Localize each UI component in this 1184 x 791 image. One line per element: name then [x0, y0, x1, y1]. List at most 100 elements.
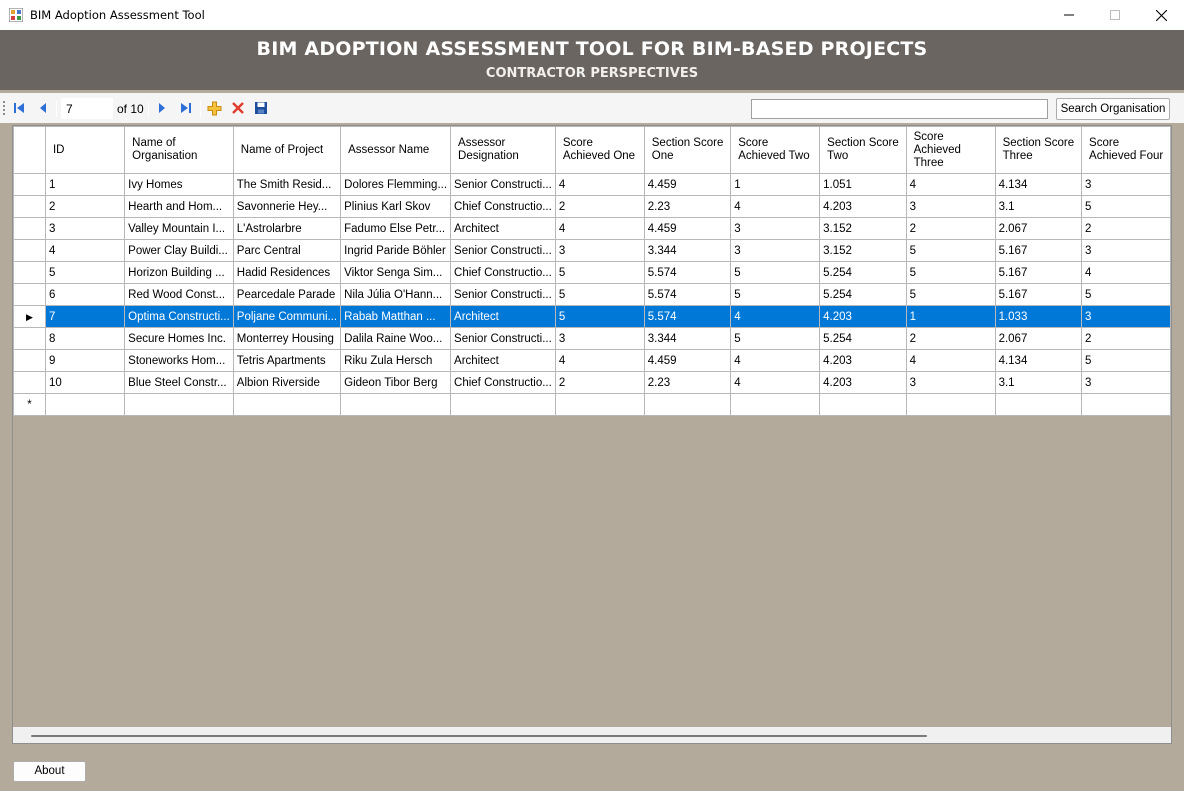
- row-header-cell[interactable]: [13, 371, 46, 394]
- column-header[interactable]: Assessor Designation: [450, 126, 556, 174]
- table-cell[interactable]: Gideon Tibor Berg: [340, 371, 452, 394]
- table-cell[interactable]: Savonnerie Hey...: [232, 195, 342, 218]
- table-cell[interactable]: 2.067: [994, 327, 1083, 350]
- table-cell[interactable]: Monterrey Housing: [232, 327, 342, 350]
- table-cell[interactable]: 2: [554, 195, 645, 218]
- table-cell[interactable]: Viktor Senga Sim...: [340, 261, 452, 284]
- table-cell[interactable]: [44, 393, 126, 416]
- row-header-cell[interactable]: [13, 261, 46, 284]
- table-cell[interactable]: 5: [730, 283, 821, 306]
- table-cell[interactable]: 5: [905, 261, 996, 284]
- table-cell[interactable]: 4: [905, 173, 996, 196]
- table-cell[interactable]: 3: [44, 217, 126, 240]
- table-cell[interactable]: 1.051: [819, 173, 907, 196]
- table-cell[interactable]: Senior Constructi...: [450, 327, 556, 350]
- table-cell[interactable]: Rabab Matthan ...: [340, 305, 452, 328]
- table-cell[interactable]: 4: [905, 349, 996, 372]
- table-cell[interactable]: Architect: [450, 305, 556, 328]
- row-header-cell[interactable]: [13, 195, 46, 218]
- table-row[interactable]: 5 Horizon Building ... Hadid Residences Vik…: [13, 261, 1171, 284]
- table-cell[interactable]: 2: [554, 371, 645, 394]
- table-row[interactable]: ▶ 7 Optima Constructi... Poljane Communi...…: [13, 305, 1171, 328]
- table-cell[interactable]: [450, 393, 556, 416]
- column-header[interactable]: ID: [44, 126, 126, 174]
- table-cell[interactable]: 3.344: [643, 327, 732, 350]
- table-cell[interactable]: L'Astrolarbre: [232, 217, 342, 240]
- column-header[interactable]: Score Achieved One: [554, 126, 645, 174]
- column-header[interactable]: Score Achieved Three: [905, 126, 996, 174]
- table-cell[interactable]: 5: [730, 261, 821, 284]
- table-cell[interactable]: 3: [905, 195, 996, 218]
- table-cell[interactable]: 5: [554, 305, 645, 328]
- new-row[interactable]: *: [13, 393, 1171, 416]
- table-cell[interactable]: Senior Constructi...: [450, 173, 556, 196]
- table-row[interactable]: 6 Red Wood Const... Pearcedale Parade Nila …: [13, 283, 1171, 306]
- table-cell[interactable]: 3: [905, 371, 996, 394]
- position-input[interactable]: [61, 98, 113, 119]
- row-header-cell[interactable]: [13, 217, 46, 240]
- column-header[interactable]: Score Achieved Four: [1081, 126, 1171, 174]
- table-cell[interactable]: Chief Constructio...: [450, 261, 556, 284]
- table-cell[interactable]: 3.344: [643, 239, 732, 262]
- search-organisation-button[interactable]: Search Organisation: [1056, 98, 1170, 120]
- table-cell[interactable]: Horizon Building ...: [124, 261, 234, 284]
- row-header-cell[interactable]: [13, 349, 46, 372]
- table-cell[interactable]: 7: [44, 305, 126, 328]
- row-header-cell[interactable]: [13, 173, 46, 196]
- table-cell[interactable]: 1.033: [994, 305, 1083, 328]
- table-cell[interactable]: The Smith Resid...: [232, 173, 342, 196]
- table-cell[interactable]: 6: [44, 283, 126, 306]
- table-cell[interactable]: Albion Riverside: [232, 371, 342, 394]
- table-row[interactable]: 9 Stoneworks Hom... Tetris Apartments Riku …: [13, 349, 1171, 372]
- table-cell[interactable]: 5: [905, 239, 996, 262]
- row-header-cell[interactable]: [13, 283, 46, 306]
- table-cell[interactable]: 2.067: [994, 217, 1083, 240]
- table-cell[interactable]: Architect: [450, 217, 556, 240]
- close-button[interactable]: [1138, 0, 1184, 30]
- table-cell[interactable]: [554, 393, 645, 416]
- table-cell[interactable]: Nila Júlia O'Hann...: [340, 283, 452, 306]
- table-row[interactable]: 1 Ivy Homes The Smith Resid... Dolores Flem…: [13, 173, 1171, 196]
- table-cell[interactable]: Chief Constructio...: [450, 195, 556, 218]
- table-cell[interactable]: Optima Constructi...: [124, 305, 234, 328]
- add-new-button[interactable]: [206, 100, 222, 116]
- table-cell[interactable]: Valley Mountain I...: [124, 217, 234, 240]
- table-cell[interactable]: 5.167: [994, 239, 1083, 262]
- table-cell[interactable]: Plinius Karl Skov: [340, 195, 452, 218]
- search-input[interactable]: [751, 99, 1048, 119]
- delete-button[interactable]: [230, 100, 246, 116]
- table-row[interactable]: 3 Valley Mountain I... L'Astrolarbre Fadumo…: [13, 217, 1171, 240]
- row-header-cell[interactable]: [13, 239, 46, 262]
- table-cell[interactable]: Senior Constructi...: [450, 283, 556, 306]
- table-cell[interactable]: Ingrid Paride Böhler: [340, 239, 452, 262]
- table-cell[interactable]: [994, 393, 1083, 416]
- table-cell[interactable]: 4: [554, 173, 645, 196]
- table-cell[interactable]: Hearth and Hom...: [124, 195, 234, 218]
- table-cell[interactable]: 4.134: [994, 173, 1083, 196]
- table-cell[interactable]: Stoneworks Hom...: [124, 349, 234, 372]
- table-cell[interactable]: Poljane Communi...: [232, 305, 342, 328]
- table-cell[interactable]: 4: [730, 195, 821, 218]
- table-cell[interactable]: 4.459: [643, 217, 732, 240]
- table-cell[interactable]: 5.574: [643, 305, 732, 328]
- table-cell[interactable]: [819, 393, 907, 416]
- table-cell[interactable]: Dalila Raine Woo...: [340, 327, 452, 350]
- table-cell[interactable]: 3.152: [819, 217, 907, 240]
- about-button[interactable]: About: [13, 761, 86, 782]
- table-row[interactable]: 8 Secure Homes Inc. Monterrey Housing Dalil…: [13, 327, 1171, 350]
- table-cell[interactable]: 2.23: [643, 371, 732, 394]
- table-cell[interactable]: 4.203: [819, 195, 907, 218]
- table-cell[interactable]: 10: [44, 371, 126, 394]
- table-cell[interactable]: Secure Homes Inc.: [124, 327, 234, 350]
- column-header[interactable]: Section Score Three: [994, 126, 1083, 174]
- table-cell[interactable]: 1: [905, 305, 996, 328]
- table-cell[interactable]: 3: [730, 217, 821, 240]
- table-cell[interactable]: 5.167: [994, 283, 1083, 306]
- table-cell[interactable]: 2: [1081, 217, 1171, 240]
- table-cell[interactable]: Hadid Residences: [232, 261, 342, 284]
- column-header[interactable]: Section Score Two: [819, 126, 907, 174]
- table-cell[interactable]: 5: [1081, 349, 1171, 372]
- table-cell[interactable]: 2: [1081, 327, 1171, 350]
- table-cell[interactable]: 5: [554, 283, 645, 306]
- column-header[interactable]: Section Score One: [643, 126, 732, 174]
